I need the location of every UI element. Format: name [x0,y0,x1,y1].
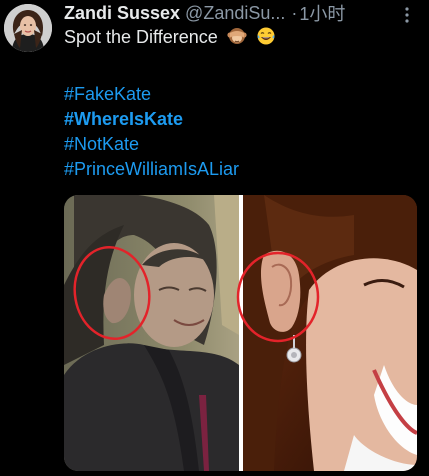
tweet-text-content: Spot the Difference [64,27,218,47]
hashtag-list: #FakeKate #WhereIsKate #NotKate #PrinceW… [64,82,404,182]
timestamp[interactable]: 1小时 [299,0,345,26]
comparison-image [64,195,417,471]
tweet-media[interactable] [64,195,417,471]
tweet: Zandi Sussex @ZandiSu... · 1小时 Spot the … [0,0,429,476]
laughing-tears-icon [257,27,275,45]
more-vertical-icon[interactable] [400,6,414,24]
avatar[interactable] [4,4,52,52]
display-name[interactable]: Zandi Sussex [64,3,180,24]
avatar-image [4,4,52,52]
see-no-evil-monkey-icon [227,28,247,44]
hashtag-fakekate[interactable]: #FakeKate [64,82,404,107]
hashtag-princewilliamisaliar[interactable]: #PrinceWilliamIsALiar [64,157,404,182]
tweet-text: Spot the Difference [64,26,276,48]
image-divider [239,195,243,471]
separator-dot: · [291,2,298,23]
left-photo [64,195,239,471]
hashtag-notkate[interactable]: #NotKate [64,132,404,157]
user-handle[interactable]: @ZandiSu... [185,3,285,24]
hashtag-whereiskate[interactable]: #WhereIsKate [64,107,404,132]
right-photo [236,195,417,471]
tweet-header: Zandi Sussex @ZandiSu... · 1小时 [64,0,416,26]
